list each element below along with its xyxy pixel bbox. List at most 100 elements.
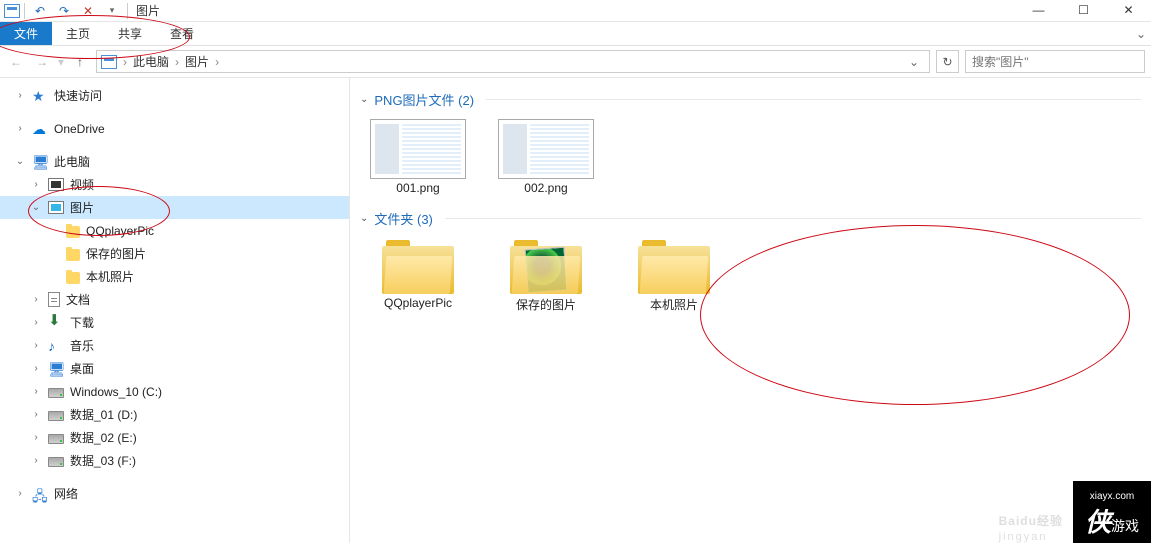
nav-label: 数据_02 (E:) — [70, 429, 137, 446]
close-button[interactable]: ✕ — [1106, 0, 1151, 20]
search-box[interactable] — [965, 50, 1145, 73]
folder-icon — [66, 226, 80, 238]
file-item[interactable]: 002.png — [496, 119, 596, 195]
nav-forward[interactable]: → — [32, 52, 52, 72]
nav-drive-c[interactable]: ›Windows_10 (C:) — [0, 380, 349, 403]
ribbon-expand[interactable]: ⌄ — [1131, 22, 1151, 45]
tab-share[interactable]: 共享 — [104, 22, 156, 45]
nav-folder-camera[interactable]: 本机照片 — [0, 265, 349, 288]
watermark-logo-big: 侠 — [1085, 507, 1111, 537]
desktop-icon: 🖥 — [48, 361, 64, 377]
thumbnail-icon — [498, 119, 594, 179]
window-title: 图片 — [136, 2, 160, 19]
search-input[interactable] — [972, 55, 1138, 69]
nav-label: 桌面 — [70, 360, 94, 377]
group-header-folders[interactable]: ⌄ 文件夹 (3) — [360, 209, 1141, 228]
ribbon: 文件 主页 共享 查看 ⌄ — [0, 22, 1151, 46]
nav-label: Windows_10 (C:) — [70, 385, 162, 399]
folder-icon — [382, 238, 454, 294]
group-label: 文件夹 (3) — [374, 209, 433, 228]
watermark-brand: Baidu — [999, 514, 1037, 528]
nav-label: 音乐 — [70, 337, 94, 354]
folder-name: 本机照片 — [650, 296, 698, 313]
video-icon — [48, 178, 64, 191]
nav-drive-f[interactable]: ›数据_03 (F:) — [0, 449, 349, 472]
watermark: Baidu经验 jingyan xiayx.com 侠游戏 — [999, 481, 1151, 543]
tab-file[interactable]: 文件 — [0, 22, 52, 45]
nav-drive-e[interactable]: ›数据_02 (E:) — [0, 426, 349, 449]
nav-label: 数据_03 (F:) — [70, 452, 136, 469]
qat-delete[interactable]: ✕ — [77, 1, 99, 21]
cloud-icon: ☁ — [32, 121, 48, 137]
chevron-right-icon: › — [211, 55, 223, 69]
qat-redo[interactable]: ↷ — [53, 1, 75, 21]
titlebar: ↶ ↷ ✕ ▾ 图片 — ☐ ✕ — [0, 0, 1151, 22]
folder-icon — [638, 238, 710, 294]
qat-undo[interactable]: ↶ — [29, 1, 51, 21]
folder-item[interactable]: QQplayerPic — [368, 238, 468, 313]
folder-name: 保存的图片 — [516, 296, 576, 313]
nav-documents[interactable]: ›文档 — [0, 288, 349, 311]
nav-videos[interactable]: ›视频 — [0, 173, 349, 196]
nav-folder-qqplayer[interactable]: QQplayerPic — [0, 219, 349, 242]
watermark-url: jingyan — [999, 531, 1063, 543]
network-icon: 🖧 — [32, 486, 48, 502]
folder-icon — [66, 249, 80, 261]
navigation-pane: ›★快速访问 ›☁OneDrive ⌄🖥此电脑 ›视频 ⌄图片 QQplayer… — [0, 78, 350, 543]
minimize-button[interactable]: — — [1016, 0, 1061, 20]
file-name: 002.png — [524, 181, 567, 195]
content-pane: ⌄ PNG图片文件 (2) 001.png 002.png ⌄ 文件夹 (3) … — [350, 78, 1151, 543]
document-icon — [48, 292, 60, 307]
refresh-button[interactable]: ↻ — [936, 50, 959, 73]
nav-label: 网络 — [54, 485, 78, 502]
chevron-right-icon: › — [119, 55, 131, 69]
nav-this-pc[interactable]: ⌄🖥此电脑 — [0, 150, 349, 173]
breadcrumb-current[interactable]: 图片 — [185, 53, 209, 70]
pc-icon: 🖥 — [32, 154, 48, 170]
folder-icon — [510, 238, 582, 294]
nav-label: 文档 — [66, 291, 90, 308]
nav-quick-access[interactable]: ›★快速访问 — [0, 84, 349, 107]
nav-label: 此电脑 — [54, 153, 90, 170]
chevron-down-icon: ⌄ — [360, 213, 368, 224]
folder-icon — [66, 272, 80, 284]
nav-back[interactable]: ← — [6, 52, 26, 72]
breadcrumb[interactable]: › 此电脑 › 图片 › ⌄ — [96, 50, 930, 73]
nav-drive-d[interactable]: ›数据_01 (D:) — [0, 403, 349, 426]
nav-up[interactable]: ↑ — [70, 52, 90, 72]
chevron-down-icon: ⌄ — [360, 94, 368, 105]
nav-label: OneDrive — [54, 122, 105, 136]
music-icon: ♪ — [48, 338, 64, 354]
nav-label: 快速访问 — [54, 87, 102, 104]
maximize-button[interactable]: ☐ — [1061, 0, 1106, 20]
addressbar: ← → ▾ ↑ › 此电脑 › 图片 › ⌄ ↻ — [0, 46, 1151, 78]
pictures-icon — [48, 201, 64, 214]
folder-item[interactable]: 保存的图片 — [496, 238, 596, 313]
qat-dropdown[interactable]: ▾ — [101, 1, 123, 21]
nav-downloads[interactable]: ›⬇下载 — [0, 311, 349, 334]
group-label: PNG图片文件 (2) — [374, 90, 474, 109]
nav-label: 下载 — [70, 314, 94, 331]
nav-music[interactable]: ›♪音乐 — [0, 334, 349, 357]
nav-folder-saved[interactable]: 保存的图片 — [0, 242, 349, 265]
nav-desktop[interactable]: ›🖥桌面 — [0, 357, 349, 380]
nav-label: 数据_01 (D:) — [70, 406, 137, 423]
drive-icon — [48, 434, 64, 444]
nav-onedrive[interactable]: ›☁OneDrive — [0, 117, 349, 140]
breadcrumb-dropdown[interactable]: ⌄ — [903, 55, 925, 69]
watermark-logo-url: xiayx.com — [1085, 491, 1139, 502]
breadcrumb-root[interactable]: 此电脑 — [133, 53, 169, 70]
tab-home[interactable]: 主页 — [52, 22, 104, 45]
folder-item[interactable]: 本机照片 — [624, 238, 724, 313]
tab-view[interactable]: 查看 — [156, 22, 208, 45]
nav-pictures[interactable]: ⌄图片 — [0, 196, 349, 219]
location-icon — [101, 55, 117, 69]
app-icon — [4, 4, 20, 18]
group-header-png[interactable]: ⌄ PNG图片文件 (2) — [360, 90, 1141, 109]
drive-icon — [48, 388, 64, 398]
nav-network[interactable]: ›🖧网络 — [0, 482, 349, 505]
nav-label: 视频 — [70, 176, 94, 193]
file-item[interactable]: 001.png — [368, 119, 468, 195]
star-icon: ★ — [32, 88, 48, 104]
drive-icon — [48, 457, 64, 467]
